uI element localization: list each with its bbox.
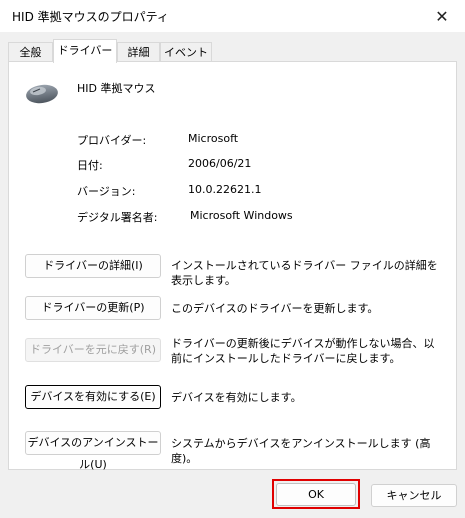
tab-general[interactable]: 全般 <box>8 42 53 61</box>
signer-value: Microsoft Windows <box>190 209 293 222</box>
uninstall-device-button[interactable]: デバイスのアンインストール(U) <box>25 431 161 471</box>
window-title: HID 準拠マウスのプロパティ <box>12 10 169 24</box>
enable-device-button[interactable]: デバイスを有効にする(E) <box>25 385 161 409</box>
tab-events[interactable]: イベント <box>160 42 212 61</box>
title-bar: HID 準拠マウスのプロパティ ✕ <box>0 0 465 33</box>
close-icon[interactable]: ✕ <box>427 4 457 28</box>
uninstall-device-description: システムからデバイスをアンインストールします (高度)。 <box>171 437 431 465</box>
driver-details-button[interactable]: ドライバーの詳細(I) <box>25 254 161 278</box>
driver-details-description: インストールされているドライバー ファイルの詳細を表示します。 <box>171 259 438 287</box>
enable-device-description: デバイスを有効にします。 <box>171 391 302 404</box>
version-label: バージョン: <box>77 185 136 198</box>
rollback-driver-description: ドライバーの更新後にデバイスが動作しない場合、以前にインストールしたドライバーに… <box>171 337 435 365</box>
tab-details[interactable]: 詳細 <box>117 42 160 61</box>
update-driver-description: このデバイスのドライバーを更新します。 <box>171 302 379 315</box>
device-name: HID 準拠マウス <box>77 82 156 95</box>
version-value: 10.0.22621.1 <box>188 183 262 196</box>
cancel-button[interactable]: キャンセル <box>371 484 457 507</box>
tab-driver[interactable]: ドライバー <box>53 39 117 63</box>
update-driver-button[interactable]: ドライバーの更新(P) <box>25 296 161 320</box>
provider-value: Microsoft <box>188 132 239 145</box>
date-value: 2006/06/21 <box>188 157 252 170</box>
mouse-icon <box>26 84 58 104</box>
rollback-driver-button[interactable]: ドライバーを元に戻す(R) <box>25 338 161 362</box>
date-label: 日付: <box>77 159 103 172</box>
ok-button[interactable]: OK <box>276 483 356 506</box>
signer-label: デジタル署名者: <box>77 211 158 224</box>
provider-label: プロバイダー: <box>77 134 147 147</box>
